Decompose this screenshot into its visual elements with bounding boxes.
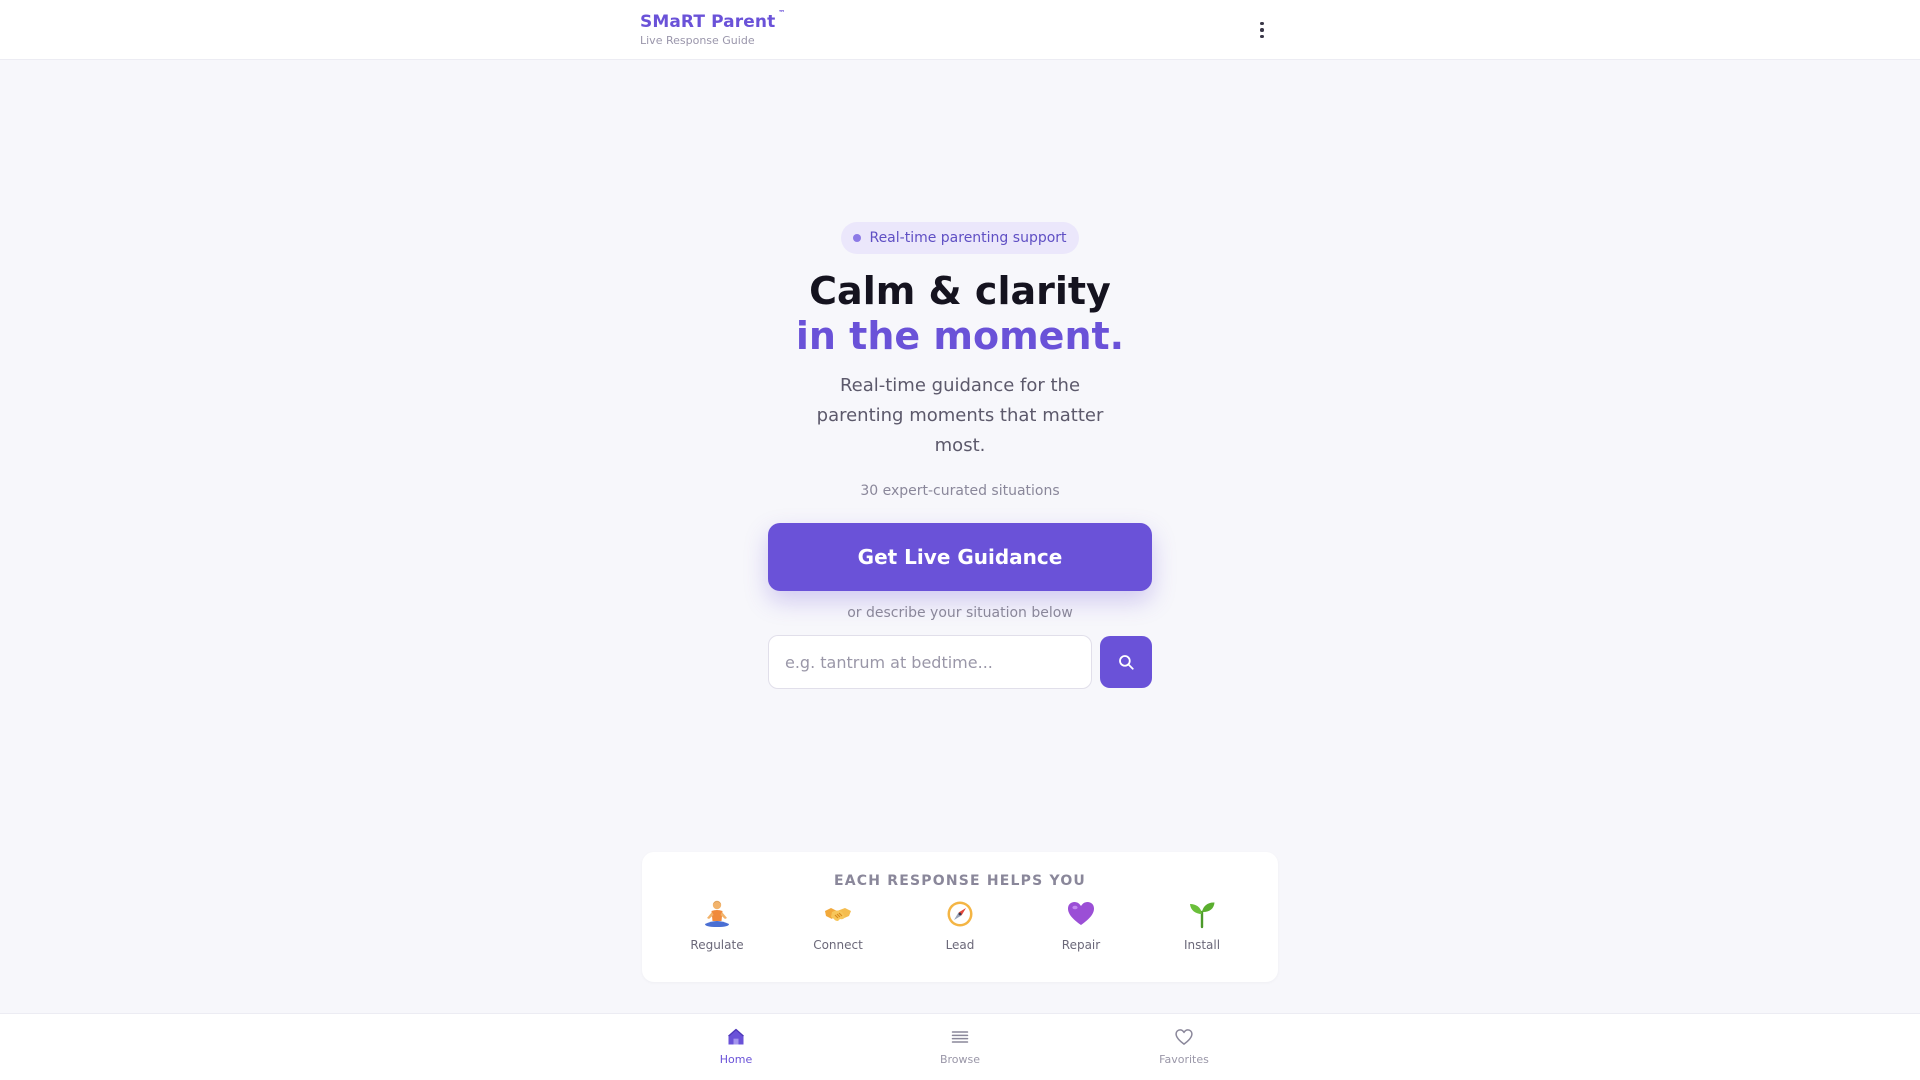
trademark-mark: ™ [778,9,786,17]
help-label: Regulate [690,938,744,952]
realtime-badge: Real-time parenting support [841,222,1079,254]
nav-tab-browse[interactable]: Browse [910,1026,1010,1066]
nav-label: Favorites [1159,1053,1209,1066]
nav-tab-home[interactable]: Home [686,1026,786,1066]
menu-dot [1260,28,1264,32]
helps-title: EACH RESPONSE HELPS YOU [833,873,1087,889]
search-icon [1119,655,1134,670]
brand-name: SMaRT Parent ™ [640,9,785,32]
purple-heart-icon [1066,899,1096,929]
brand-name-text: SMaRT Parent [640,12,776,32]
get-live-guidance-button[interactable]: Get Live Guidance [768,523,1152,591]
nav-label: Home [719,1053,753,1066]
helps-list: Regulate Connect Lead Repair Install [642,899,1278,969]
help-label: Lead [945,938,975,952]
nav-tab-favorites[interactable]: Favorites [1134,1026,1234,1066]
badge-label: Real-time parenting support [869,230,1067,246]
badge-dot [853,234,862,242]
compass-icon [945,899,975,929]
menu-dot [1260,34,1264,39]
bottom-nav: Home Browse Favorites [0,1013,1920,1080]
brand[interactable]: SMaRT Parent ™ Live Response Guide [640,9,785,47]
home-icon [725,1026,747,1048]
helps-card: EACH RESPONSE HELPS YOU Regulate Connect… [642,852,1278,982]
heart-outline-icon [1173,1026,1195,1048]
hero-description: Real-time guidance for the parenting mom… [816,375,1104,456]
help-item-lead: Lead [910,899,1010,952]
list-icon [949,1026,971,1048]
search-button[interactable] [1100,636,1152,688]
alt-prompt: or describe your situation below [847,605,1073,621]
help-label: Repair [1061,938,1101,952]
meditating-person-icon [702,899,732,929]
hero-title-line2: in the moment. [795,314,1125,358]
more-vertical-icon[interactable] [1250,18,1274,42]
situations-count: 30 expert-curated situations [860,483,1060,499]
hero-section: Real-time parenting support Calm & clari… [0,222,1920,689]
handshake-icon [823,899,853,929]
hero-title-line1: Calm & clarity [809,269,1111,313]
brand-subtitle: Live Response Guide [640,34,755,47]
help-item-connect: Connect [788,899,888,952]
help-item-regulate: Regulate [667,899,767,952]
seedling-icon [1187,899,1217,929]
help-label: Connect [813,938,863,952]
help-label: Install [1183,938,1221,952]
help-item-repair: Repair [1031,899,1131,952]
help-item-install: Install [1152,899,1252,952]
top-bar: SMaRT Parent ™ Live Response Guide [0,0,1920,60]
nav-label: Browse [939,1053,981,1066]
menu-dot [1260,21,1264,26]
situation-search-input[interactable] [768,635,1092,689]
search-row [768,635,1152,689]
